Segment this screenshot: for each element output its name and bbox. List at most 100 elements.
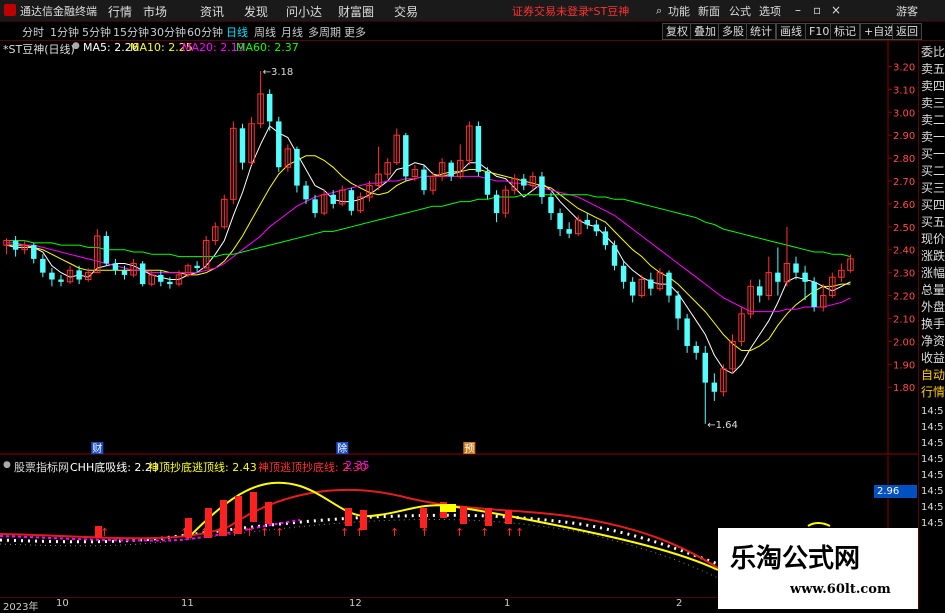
multi-stock-button[interactable]: 多股 <box>718 23 748 40</box>
indicator-yellow-tail <box>807 522 831 527</box>
side-item: 买五 <box>921 215 945 229</box>
auto-quote-label[interactable]: 行情 <box>921 386 945 398</box>
side-item: 买四 <box>921 198 945 212</box>
y-tick-label: 2.90 <box>893 131 915 142</box>
buy-arrow-icon: ↑ <box>215 526 224 539</box>
search-icon[interactable]: ⌕ <box>656 4 668 17</box>
watermark-title: 乐淘公式网 <box>730 544 861 574</box>
buy-arrow-icon: ↑ <box>355 526 364 539</box>
y-tick-label: 3.20 <box>893 62 915 73</box>
buy-arrow-icon: ↑ <box>245 526 254 539</box>
tab-weekly[interactable]: 周线 <box>254 24 276 40</box>
candle-body <box>675 295 681 319</box>
candle-body <box>448 162 454 177</box>
indicator-red-bar <box>460 506 467 524</box>
indicator-yellow-block <box>440 504 456 512</box>
candle-body <box>811 281 817 307</box>
candle-body <box>629 281 636 296</box>
watermark-url: www.60lt.com <box>790 582 891 597</box>
low-price-label: ←1.64 <box>707 420 738 431</box>
tab-more[interactable]: 更多 <box>344 24 366 40</box>
candle-body <box>711 382 718 392</box>
candle-body <box>548 197 554 214</box>
candle-body <box>793 263 799 273</box>
candle-body <box>702 352 708 383</box>
maximize-icon[interactable]: ▫ <box>813 3 821 17</box>
side-item: 外盘 <box>921 300 945 314</box>
menu-discover[interactable]: 发现 <box>244 3 268 20</box>
candle-body <box>403 135 409 177</box>
menu-market-quotes[interactable]: 行情 <box>108 3 132 20</box>
menu-formula[interactable]: 公式 <box>729 3 751 19</box>
statistics-button[interactable]: 统计 <box>746 23 776 40</box>
side-item: 涨跌 <box>921 249 945 263</box>
candle-body <box>31 245 37 259</box>
event-marker-label: 除 <box>337 442 347 455</box>
guest-user[interactable]: 游客 <box>896 3 918 19</box>
menu-markets[interactable]: 市场 <box>143 3 167 20</box>
candle-body <box>266 93 273 122</box>
indicator-settings-icon[interactable]: ● <box>3 460 11 470</box>
tab-15min[interactable]: 15分钟 <box>113 24 149 40</box>
candle-body <box>49 272 55 280</box>
y-tick-label: 2.30 <box>893 269 915 280</box>
candle-body <box>521 178 527 186</box>
menu-new-page[interactable]: 新面 <box>698 3 720 19</box>
tick-time: 14:5 <box>921 486 944 497</box>
event-marker-label: 预 <box>464 443 474 455</box>
menu-ask-xiaoda[interactable]: 问小达 <box>286 3 322 20</box>
candle-body <box>158 274 164 282</box>
ind-line1-value: CHH底吸线: 2.23 <box>70 461 159 474</box>
x-label-oct: 10 <box>56 598 69 609</box>
overlay-button[interactable]: 叠加 <box>690 23 720 40</box>
tab-multi-period[interactable]: 多周期 <box>308 24 341 40</box>
menu-functions[interactable]: 功能 <box>668 3 690 19</box>
candle-body <box>484 171 491 195</box>
tab-monthly[interactable]: 月线 <box>281 24 303 40</box>
candle-body <box>557 213 563 230</box>
y-tick-label: 3.10 <box>893 85 915 96</box>
buy-arrow-icon: ↑ <box>180 526 189 539</box>
indicator-name[interactable]: 股票指标网 <box>14 459 69 475</box>
ma-line-ma5 <box>6 125 851 375</box>
y-tick-label: 2.20 <box>893 292 915 303</box>
menu-news[interactable]: 资讯 <box>200 3 224 20</box>
indicator-red-bar <box>345 508 352 526</box>
menu-wealth-circle[interactable]: 财富圈 <box>338 3 374 20</box>
tab-60min[interactable]: 60分钟 <box>187 24 223 40</box>
buy-arrow-icon: ↑ <box>505 526 514 539</box>
bookmark-button[interactable]: 标记 <box>830 23 860 40</box>
candle-body <box>775 272 781 282</box>
back-button[interactable]: 返回 <box>892 23 922 40</box>
candle-body <box>139 263 146 285</box>
candle-body <box>167 281 173 285</box>
tab-30min[interactable]: 30分钟 <box>150 24 186 40</box>
side-item: 买一 <box>921 147 945 161</box>
y-tick-label: 2.10 <box>893 314 915 325</box>
adjust-button[interactable]: 复权 <box>662 23 692 40</box>
tab-daily[interactable]: 日线 <box>226 24 248 40</box>
side-item: 买二 <box>921 164 945 178</box>
trade-login-warning[interactable]: 证券交易未登录 <box>512 3 589 19</box>
candlestick-chart[interactable]: 3.20 3.10 3.00 2.90 2.80 2.70 2.60 2.50 2.40 2.30… <box>0 41 918 455</box>
menu-options[interactable]: 选项 <box>759 3 781 19</box>
candle-body <box>602 231 609 246</box>
tick-time: 14:5 <box>921 470 944 481</box>
tick-time: 14:5 <box>921 406 944 417</box>
tab-intraday[interactable]: 分时 <box>22 24 44 40</box>
draw-line-button[interactable]: 画线 <box>776 23 806 40</box>
auto-quote-toggle[interactable]: 自动 <box>921 369 945 381</box>
candle-body <box>756 286 763 296</box>
candle-body <box>584 219 591 225</box>
security-label: *ST豆神 <box>588 5 630 18</box>
close-icon[interactable]: × <box>831 3 841 17</box>
menu-trade[interactable]: 交易 <box>394 3 418 20</box>
tab-5min[interactable]: 5分钟 <box>82 24 111 40</box>
indicator-price-tag: 2.96 <box>874 485 917 498</box>
candle-body <box>802 272 808 282</box>
tab-1min[interactable]: 1分钟 <box>50 24 79 40</box>
side-item: 净资 <box>921 334 945 348</box>
buy-arrow-icon: ↑ <box>455 526 464 539</box>
side-item: 卖三 <box>921 96 945 110</box>
minimize-icon[interactable]: – <box>795 3 801 17</box>
